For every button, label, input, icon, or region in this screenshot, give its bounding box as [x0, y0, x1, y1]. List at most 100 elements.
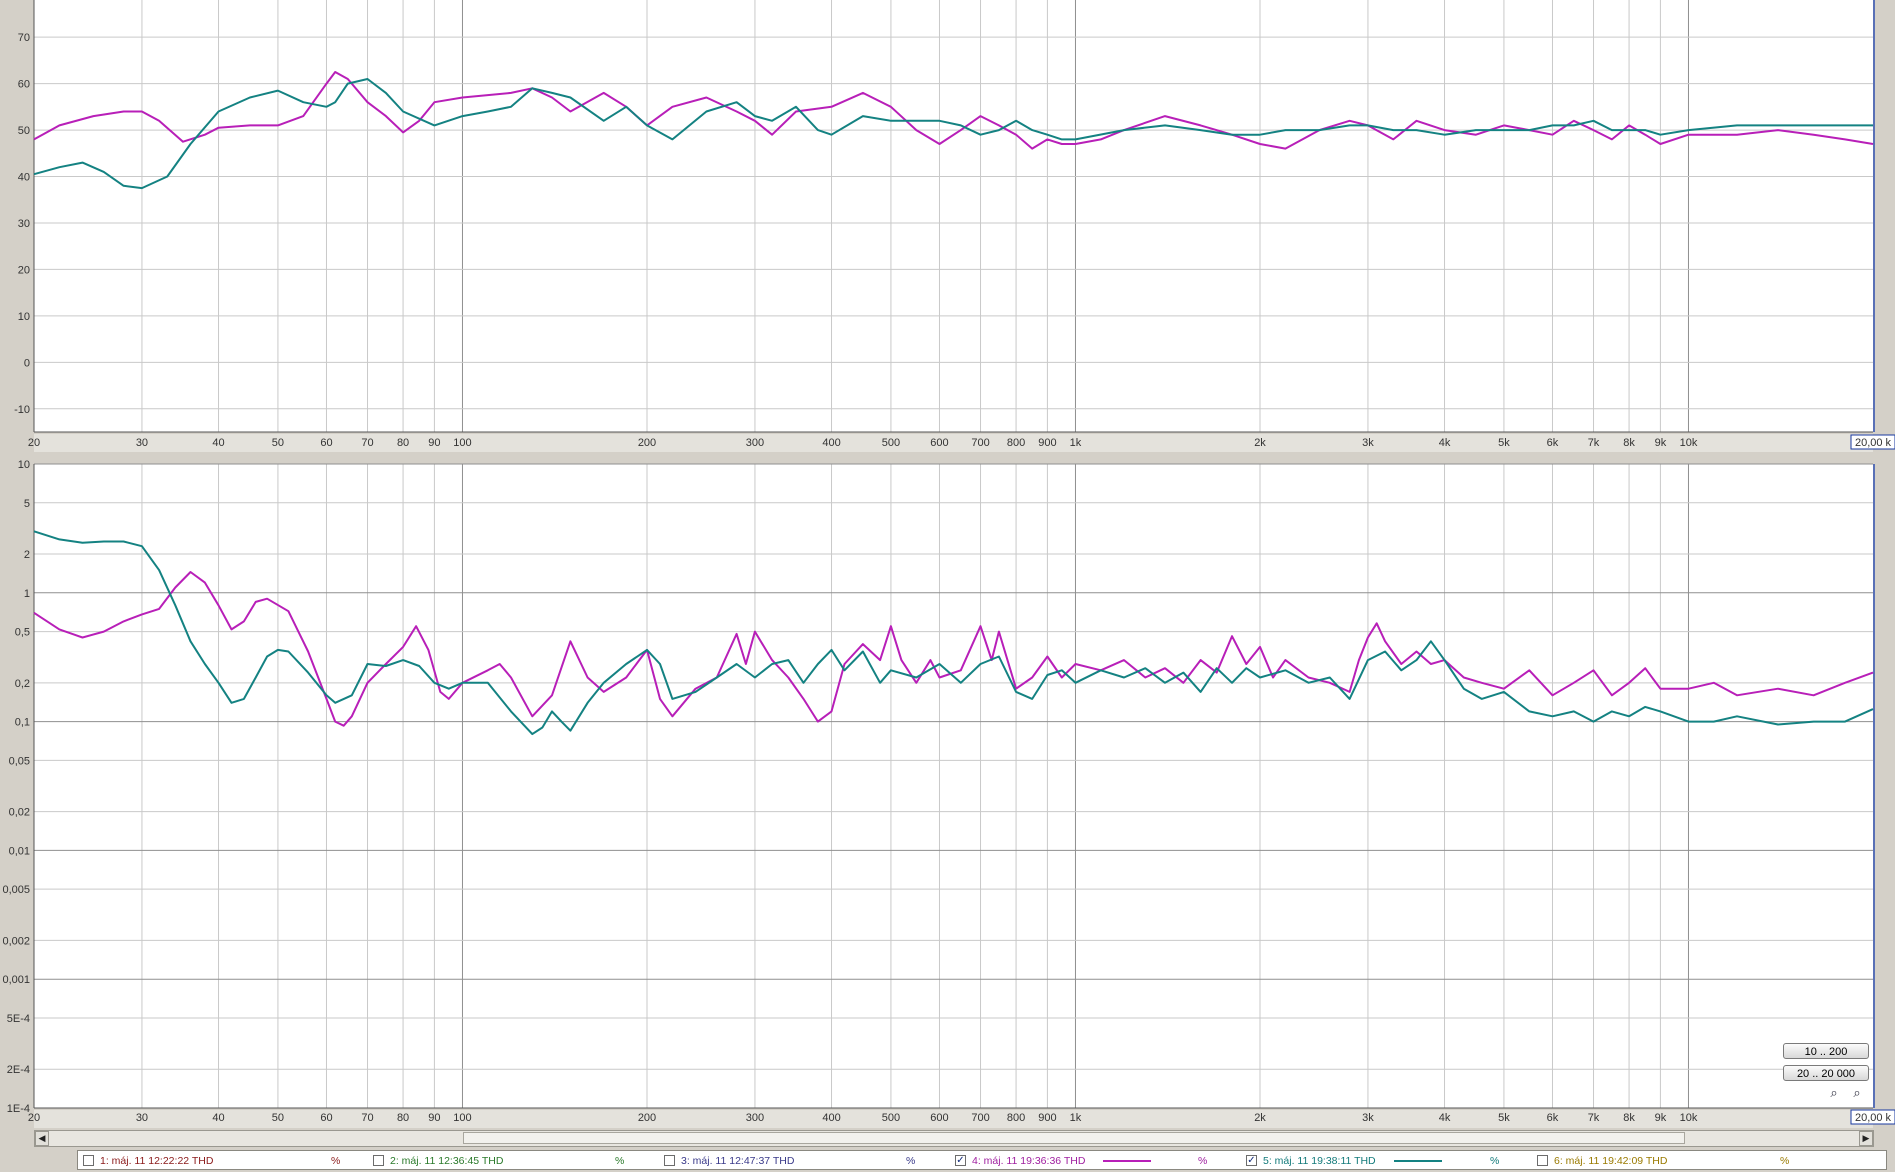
legend-bar: 1: máj. 11 12:22:22 THD % 2: máj. 11 12:…	[77, 1150, 1887, 1170]
legend-checkbox-3[interactable]	[664, 1155, 675, 1166]
chart-1-x-tick-label: 4k	[1439, 437, 1451, 449]
chart-2-y-tick-label: 0,005	[2, 884, 30, 896]
chart-2-x-tick-label: 10k	[1680, 1112, 1698, 1124]
chart-2-x-tick-label: 100	[453, 1112, 471, 1124]
chart-2-y-tick-label: 2	[24, 549, 30, 561]
chart-2-y-tick-label: 5	[24, 498, 30, 510]
chart-2-x-tick-label: 500	[882, 1112, 900, 1124]
zoom-in-icon[interactable]: ⌕	[1826, 1085, 1842, 1101]
legend-swatch-4	[1103, 1160, 1151, 1162]
legend-unit-6: %	[1780, 1155, 1790, 1167]
chart-1-x-tick-label: 2k	[1254, 437, 1266, 449]
chart-1-y-tick-label: 0	[24, 357, 30, 369]
chart-1-x-tick-label: 600	[930, 437, 948, 449]
chart-2-x-tick-label: 900	[1038, 1112, 1056, 1124]
chart-2-y-tick-label: 10	[18, 459, 30, 471]
chart-1-x-tick-label: 400	[822, 437, 840, 449]
chart-1-x-tick-label: 1k	[1070, 437, 1082, 449]
horizontal-scrollbar[interactable]: ◀ ▶	[34, 1130, 1874, 1147]
chart-1-y-tick-label: 50	[18, 125, 30, 137]
chart-2-x-tick-label: 6k	[1547, 1112, 1559, 1124]
chart-1-x-tick-label: 80	[397, 437, 409, 449]
legend-checkbox-2[interactable]	[373, 1155, 384, 1166]
chart-2-y-tick-label: 0,02	[9, 807, 30, 819]
legend-label-1: 1: máj. 11 12:22:22 THD	[100, 1155, 214, 1167]
legend-label-4: 4: máj. 11 19:36:36 THD	[972, 1155, 1086, 1167]
chart-1-x-tick-label: 100	[453, 437, 471, 449]
chart-2-y-tick-label: 2E-4	[7, 1064, 30, 1076]
chart-2-x-tick-label: 4k	[1439, 1112, 1451, 1124]
chart-2-x-tick-label: 300	[746, 1112, 764, 1124]
chart-1-x-tick-label: 70	[361, 437, 373, 449]
chart-1-x-tick-label: 6k	[1547, 437, 1559, 449]
chart-2-x-tick-label: 700	[971, 1112, 989, 1124]
chart-1-x-tick-label: 500	[882, 437, 900, 449]
chart-2-y-tick-label: 0,5	[15, 627, 30, 639]
chart-2-x-tick-label: 800	[1007, 1112, 1025, 1124]
legend-checkbox-4[interactable]: ✓	[955, 1155, 966, 1166]
legend-checkbox-6[interactable]	[1537, 1155, 1548, 1166]
chart-2-x-tick-label: 20	[28, 1112, 40, 1124]
chart-2-x-tick-label: 9k	[1655, 1112, 1667, 1124]
legend-checkbox-1[interactable]	[83, 1155, 94, 1166]
chart-1-x-tick-label: 40	[212, 437, 224, 449]
chart-1-y-tick-label: 60	[18, 79, 30, 91]
legend-unit-1: %	[331, 1155, 341, 1167]
chart-1-x-tick-label: 3k	[1362, 437, 1374, 449]
legend-label-3: 3: máj. 11 12:47:37 THD	[681, 1155, 795, 1167]
chart-1-y-tick-label: 20	[18, 264, 30, 276]
legend-unit-3: %	[906, 1155, 916, 1167]
chart-2-x-tick-label: 5k	[1498, 1112, 1510, 1124]
chart-2-y-tick-label: 0,05	[9, 755, 30, 767]
chart-2-x-tick-label: 50	[272, 1112, 284, 1124]
chart-1-x-tick-label: 900	[1038, 437, 1056, 449]
zoom-out-icon[interactable]: ⌕	[1849, 1085, 1865, 1101]
chart-2-x-tick-label: 1k	[1070, 1112, 1082, 1124]
chart-2-plot-background	[34, 464, 1873, 1108]
chart-1-x-tick-label: 10k	[1680, 437, 1698, 449]
chart-1-x-tick-label: 800	[1007, 437, 1025, 449]
chart-2-y-tick-label: 0,002	[2, 935, 30, 947]
chart-1-x-tick-label: 50	[272, 437, 284, 449]
chart-1-y-tick-label: 70	[18, 32, 30, 44]
scrollbar-thumb[interactable]	[463, 1132, 1685, 1144]
chart-2-x-tick-label: 200	[638, 1112, 656, 1124]
scroll-right-button[interactable]: ▶	[1859, 1131, 1873, 1146]
chart-1-x-tick-label: 700	[971, 437, 989, 449]
legend-unit-2: %	[615, 1155, 625, 1167]
scroll-right-arrow-icon: ▶	[1862, 1133, 1870, 1143]
legend-label-6: 6: máj. 11 19:42:09 THD	[1554, 1155, 1668, 1167]
range-button-10-200[interactable]: 10 .. 200	[1783, 1043, 1869, 1059]
chart-2-x-tick-label: 40	[212, 1112, 224, 1124]
chart-2-x-tick-label: 400	[822, 1112, 840, 1124]
legend-checkbox-5[interactable]: ✓	[1246, 1155, 1257, 1166]
scroll-left-button[interactable]: ◀	[35, 1131, 49, 1146]
graph-area: 706050403020100-1020 30 40 50 60 70 80 90 100 200…	[2, 0, 1895, 1128]
chart-2-y-tick-label: 1E-4	[7, 1103, 30, 1115]
chart-1-x-tick-label: 20	[28, 437, 40, 449]
chart-2-y-tick-label: 0,001	[2, 974, 30, 986]
chart-1-x-tick-label: 9k	[1655, 437, 1667, 449]
legend-label-5: 5: máj. 11 19:38:11 THD	[1263, 1155, 1376, 1167]
chart-1-x-tick-label: 60	[320, 437, 332, 449]
chart-1-x-tick-label: 5k	[1498, 437, 1510, 449]
range-button-20-20000[interactable]: 20 .. 20 000	[1783, 1065, 1869, 1081]
chart-2-x-tick-label: 30	[136, 1112, 148, 1124]
legend-unit-5: %	[1490, 1155, 1500, 1167]
chart-1-y-tick-label: 40	[18, 172, 30, 184]
chart-2-x-tick-label: 7k	[1588, 1112, 1600, 1124]
chart-2-x-tick-label: 2k	[1254, 1112, 1266, 1124]
chart-2-x-tick-label: 90	[428, 1112, 440, 1124]
legend-unit-4: %	[1198, 1155, 1208, 1167]
chart-2-y-tick-label: 0,01	[9, 845, 30, 857]
chart-1-x-tick-label: 30	[136, 437, 148, 449]
chart-1-x-tick-label: 8k	[1623, 437, 1635, 449]
chart-1-y-tick-label: 30	[18, 218, 30, 230]
chart-1-x-tick-label: 300	[746, 437, 764, 449]
chart-1-y-tick-label: 10	[18, 311, 30, 323]
legend-label-2: 2: máj. 11 12:36:45 THD	[390, 1155, 504, 1167]
chart-2-x-tick-label: 3k	[1362, 1112, 1374, 1124]
chart-1-x-tick-label: 90	[428, 437, 440, 449]
chart-1-x-tick-label: 7k	[1588, 437, 1600, 449]
chart-2-x-tick-label: 70	[361, 1112, 373, 1124]
